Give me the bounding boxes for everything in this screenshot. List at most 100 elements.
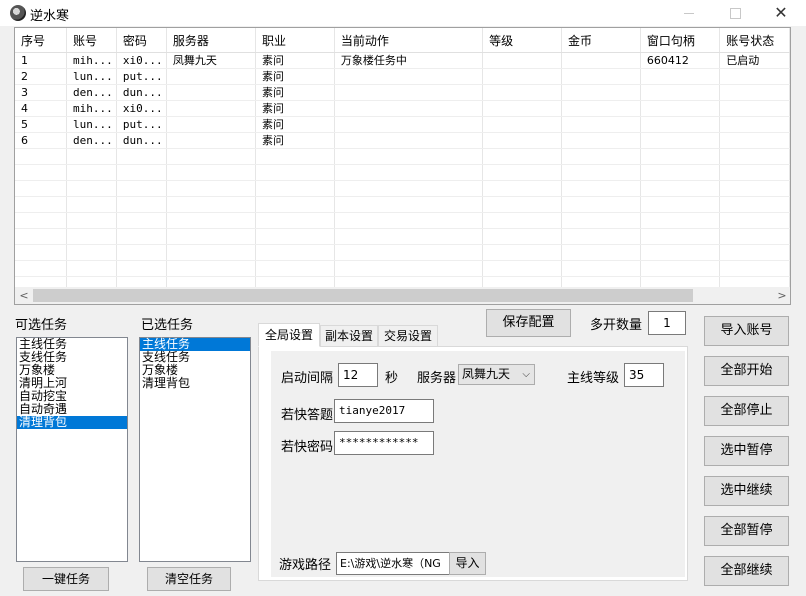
server-select[interactable]: 凤舞九天 ⌵ <box>458 364 535 385</box>
interval-unit: 秒 <box>385 371 399 386</box>
table-cell <box>719 68 790 85</box>
column-header[interactable]: 金币 <box>561 28 641 53</box>
table-cell <box>255 196 335 213</box>
table-cell <box>116 148 167 165</box>
one-click-tasks-button[interactable]: 一键任务 <box>23 567 109 591</box>
table-row[interactable]: 2 lun... put... 素问 <box>15 68 790 85</box>
tab-dungeon-settings[interactable]: 副本设置 <box>320 325 378 346</box>
captcha-user-field[interactable]: tianye2017 <box>334 399 434 423</box>
column-header[interactable]: 职业 <box>255 28 335 53</box>
table-cell: put... <box>116 68 167 85</box>
table-row[interactable]: 4 mih... xi0... 素问 <box>15 100 790 117</box>
table-row[interactable]: 1 mih... xi0... 凤舞九天 素问 万象楼任务中 660412 已启动 <box>15 52 790 69</box>
column-header[interactable]: 当前动作 <box>334 28 484 53</box>
chevron-down-icon: ⌵ <box>522 369 530 380</box>
minimize-icon <box>684 12 694 14</box>
table-cell <box>166 164 256 181</box>
table-cell <box>561 84 641 101</box>
table-cell <box>640 228 721 245</box>
table-cell: 素问 <box>255 84 335 101</box>
column-header[interactable]: 密码 <box>116 28 167 53</box>
table-cell <box>719 180 790 197</box>
open-count-field[interactable]: 1 <box>648 311 686 335</box>
table-cell <box>66 212 117 229</box>
table-cell <box>482 180 562 197</box>
table-cell <box>15 244 67 261</box>
column-header[interactable]: 账号状态 <box>719 28 790 53</box>
table-cell: 素问 <box>255 52 335 69</box>
table-cell <box>719 164 790 181</box>
main-level-field[interactable]: 35 <box>624 363 664 387</box>
import-path-button[interactable]: 导入 <box>449 552 486 575</box>
game-path-label: 游戏路径 <box>279 558 332 573</box>
import-accounts-button[interactable]: 导入账号 <box>704 316 789 346</box>
table-cell <box>15 164 67 181</box>
table-cell <box>166 212 256 229</box>
table-cell: 素问 <box>255 116 335 133</box>
horizontal-scrollbar[interactable]: < > <box>15 287 790 304</box>
table-cell <box>116 212 167 229</box>
table-cell <box>166 116 256 133</box>
table-cell <box>66 164 117 181</box>
scroll-thumb[interactable] <box>33 289 693 302</box>
maximize-button[interactable] <box>712 0 758 26</box>
title-bar: 逆水寒 ✕ <box>0 0 806 26</box>
empty-table-row <box>15 148 790 165</box>
table-cell <box>561 100 641 117</box>
table-cell <box>482 100 562 117</box>
empty-table-row <box>15 196 790 213</box>
empty-table-row <box>15 164 790 181</box>
stop-all-button[interactable]: 全部停止 <box>704 396 789 426</box>
list-item[interactable]: 清理背包 <box>17 416 127 429</box>
captcha-pass-field[interactable]: ************ <box>334 431 434 455</box>
table-row[interactable]: 6 den... dun... 素问 <box>15 132 790 149</box>
interval-field[interactable]: 12 <box>338 363 378 387</box>
available-tasks-label: 可选任务 <box>15 318 68 333</box>
table-cell <box>640 84 721 101</box>
save-config-button[interactable]: 保存配置 <box>486 309 571 337</box>
minimize-button[interactable] <box>666 0 712 26</box>
column-header[interactable]: 服务器 <box>166 28 256 53</box>
available-tasks-list[interactable]: 主线任务 支线任务 万象楼 清明上河 自动挖宝 自动奇遇 清理背包 <box>16 337 128 562</box>
resume-selected-button[interactable]: 选中继续 <box>704 476 789 506</box>
table-cell <box>640 100 721 117</box>
account-table[interactable]: 序号 账号 密码 服务器 职业 当前动作 等级 金币 窗口句柄 账号状态 1 mih... xi0..… <box>14 27 791 305</box>
server-label: 服务器 <box>417 371 457 386</box>
tab-trade-settings[interactable]: 交易设置 <box>378 325 438 346</box>
resume-all-button[interactable]: 全部继续 <box>704 556 789 586</box>
table-cell <box>561 132 641 149</box>
clear-tasks-button[interactable]: 清空任务 <box>147 567 231 591</box>
table-cell <box>334 196 484 213</box>
table-cell <box>561 148 641 165</box>
game-path-field[interactable]: E:\游戏\逆水寒（NG <box>336 552 450 575</box>
table-cell <box>561 196 641 213</box>
table-cell <box>15 260 67 277</box>
table-cell <box>482 164 562 181</box>
pause-all-button[interactable]: 全部暂停 <box>704 516 789 546</box>
table-cell <box>719 260 790 277</box>
column-header[interactable]: 账号 <box>66 28 117 53</box>
table-row[interactable]: 3 den... dun... 素问 <box>15 84 790 101</box>
table-cell: 素问 <box>255 100 335 117</box>
table-cell <box>561 228 641 245</box>
table-cell: 5 <box>15 116 67 133</box>
pause-selected-button[interactable]: 选中暂停 <box>704 436 789 466</box>
close-button[interactable]: ✕ <box>758 0 804 26</box>
selected-tasks-list[interactable]: 主线任务 支线任务 万象楼 清理背包 <box>139 337 251 562</box>
column-header[interactable]: 窗口句柄 <box>640 28 721 53</box>
table-row[interactable]: 5 lun... put... 素问 <box>15 116 790 133</box>
list-item[interactable]: 清理背包 <box>140 377 250 390</box>
table-cell <box>561 164 641 181</box>
table-cell <box>719 228 790 245</box>
scroll-left-arrow-icon[interactable]: < <box>17 287 31 304</box>
table-cell: 6 <box>15 132 67 149</box>
scroll-right-arrow-icon[interactable]: > <box>775 287 789 304</box>
table-cell: 素问 <box>255 68 335 85</box>
table-cell <box>15 228 67 245</box>
table-cell <box>66 260 117 277</box>
table-cell <box>15 212 67 229</box>
column-header[interactable]: 序号 <box>15 28 67 53</box>
start-all-button[interactable]: 全部开始 <box>704 356 789 386</box>
tab-global-settings[interactable]: 全局设置 <box>258 323 320 347</box>
column-header[interactable]: 等级 <box>482 28 562 53</box>
